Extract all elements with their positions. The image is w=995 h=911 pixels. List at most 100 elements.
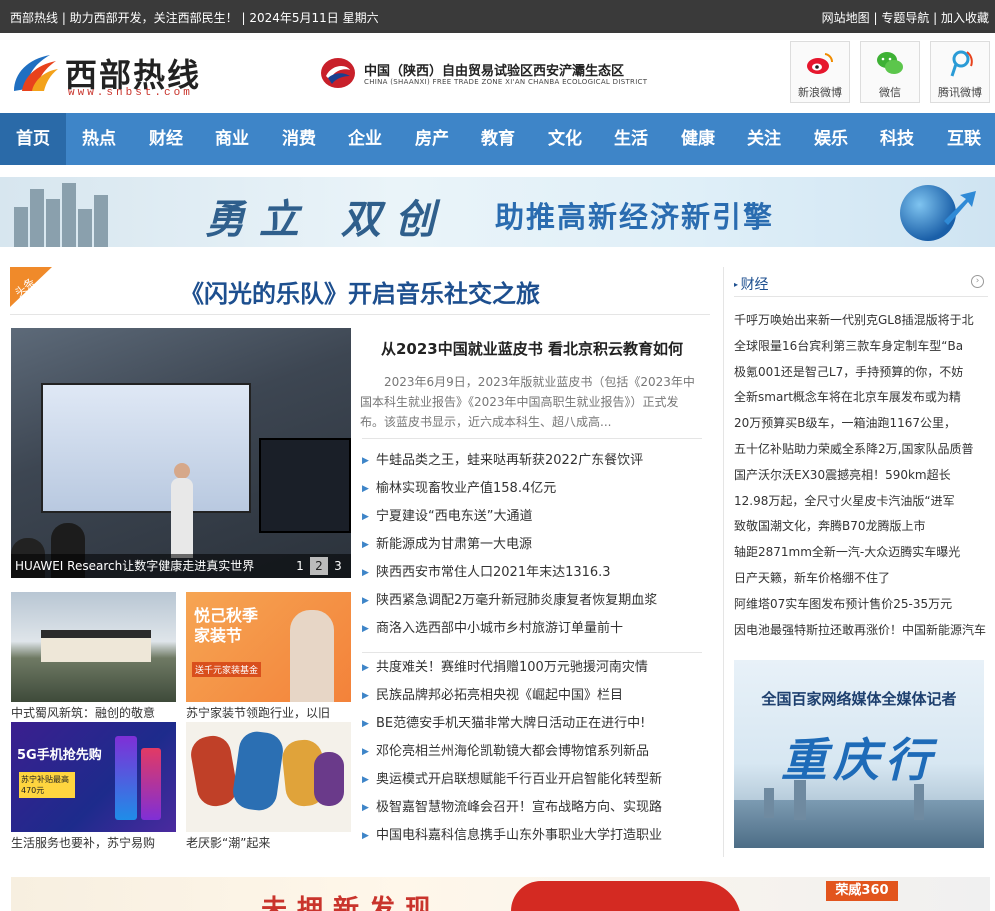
slide-page-3[interactable]: 3	[329, 557, 347, 575]
nav-item-tech[interactable]: 科技	[864, 113, 930, 165]
nav-item-business[interactable]: 商业	[199, 113, 265, 165]
ftz-logo-icon	[321, 58, 355, 88]
bottom-car-ad[interactable]: 未拥新发现 荣威360	[11, 877, 990, 911]
lead-article-summary: 2023年6月9日，2023年版就业蓝皮书（包括《2023年中国本科生就业报告》…	[360, 375, 695, 429]
news-item[interactable]: ▶ BE范德安手机天猫非常大牌日活动正在进行中!	[362, 710, 702, 738]
chongqing-ad[interactable]: 全国百家网络媒体全媒体记者 重庆行	[734, 660, 984, 848]
news-list-2: ▶ 共度难关！赛维时代捐赠100万元驰援河南灾情 ▶ 民族品牌邦必拓亮相央视《崛起中…	[362, 654, 702, 850]
site-logo[interactable]: 西部热线 www.snbst.com	[10, 47, 210, 103]
finance-news-item[interactable]: 五十亿补贴助力荣威全系降2万,国家队品质普	[734, 437, 988, 463]
headline-tag-icon: 头条	[10, 267, 52, 307]
thumb-caption[interactable]: 中式蜀风新筑：融创的敬意	[11, 704, 176, 721]
more-arrow-icon[interactable]: ›	[971, 275, 984, 288]
weibo-link[interactable]: 新浪微博	[790, 41, 850, 103]
news-item[interactable]: ▶ 中国电科嘉科信息携手山东外事职业大学打造职业	[362, 822, 702, 850]
finance-section-title[interactable]: ▸ 财经	[734, 274, 769, 294]
thumb-image-building[interactable]	[11, 592, 176, 702]
finance-news-item[interactable]: 千呼万唤始出来新一代别克GL8插混版将于北	[734, 308, 988, 334]
thumb-art-stroke	[314, 752, 344, 806]
nav-item-internet[interactable]: 互联	[931, 113, 995, 165]
news-item[interactable]: ▶ 商洛入选西部中小城市乡村旅游订单量前十	[362, 615, 702, 643]
nav-item-consumer[interactable]: 消费	[266, 113, 332, 165]
nav-item-education[interactable]: 教育	[465, 113, 531, 165]
finance-news-item[interactable]: 因电池最强特斯拉还敢再涨价！中国新能源汽车	[734, 618, 988, 644]
thumb-building	[41, 630, 151, 662]
banner-building	[30, 189, 44, 247]
nav-item-focus[interactable]: 关注	[731, 113, 797, 165]
featured-slideshow[interactable]: HUAWEI Research让数字健康走进真实世界 1 2 3	[11, 328, 351, 578]
finance-news-item[interactable]: 12.98万起，全尺寸火星皮卡汽油版“进军	[734, 489, 988, 515]
thumb-caption[interactable]: 苏宁家装节领跑行业，以旧	[186, 704, 351, 721]
column-divider	[723, 267, 724, 857]
weibo-icon	[807, 53, 834, 74]
headline-title[interactable]: 《闪光的乐队》开启音乐社交之旅	[120, 274, 600, 309]
nav-item-enterprise[interactable]: 企业	[332, 113, 398, 165]
divider	[10, 314, 710, 315]
news-item[interactable]: ▶ 牛蛙品类之王，蛙来哒再斩获2022广东餐饮评	[362, 447, 702, 475]
ftz-title-en: CHINA (SHAANXI) FREE TRADE ZONE XI'AN CH…	[364, 78, 648, 86]
finance-news-item[interactable]: 阿维塔07实车图发布预计售价25-35万元	[734, 592, 988, 618]
thumb-phone-shape	[141, 748, 161, 820]
finance-news-item[interactable]: 全球限量16台宾利第三款车身定制车型“Ba	[734, 334, 988, 360]
finance-news-list: 千呼万唤始出来新一代别克GL8插混版将于北 全球限量16台宾利第三款车身定制车型…	[734, 308, 988, 643]
nav-item-entertainment[interactable]: 娱乐	[798, 113, 864, 165]
news-item[interactable]: ▶ 奥运模式开启联想赋能千行百业开启智能化转型新	[362, 766, 702, 794]
news-item[interactable]: ▶ 陕西紧急调配2万毫升新冠肺炎康复者恢复期血浆	[362, 587, 702, 615]
chongqing-ad-line1: 全国百家网络媒体全媒体记者	[761, 690, 957, 708]
nav-item-culture[interactable]: 文化	[532, 113, 598, 165]
news-item[interactable]: ▶ 陕西西安市常住人口2021年末达1316.3	[362, 559, 702, 587]
slide-page-1[interactable]: 1	[291, 557, 309, 575]
news-list-1: ▶ 牛蛙品类之王，蛙来哒再斩获2022广东餐饮评 ▶ 榆林实现畜牧业产值158.4亿…	[362, 447, 702, 643]
bullet-icon: ▶	[362, 831, 369, 841]
news-item[interactable]: ▶ 民族品牌邦必拓亮相央视《崛起中国》栏目	[362, 682, 702, 710]
thumb-phone-title: 5G手机抢先购	[17, 748, 102, 763]
finance-news-item[interactable]: 致敬国潮文化，奔腾B70龙腾版上市	[734, 514, 988, 540]
thumb-image-art[interactable]	[186, 722, 351, 832]
news-item[interactable]: ▶ 榆林实现畜牧业产值158.4亿元	[362, 475, 702, 503]
ad-city-tower	[764, 788, 774, 818]
main-nav: 首页 热点 财经 商业 消费 企业 房产 教育 文化 生活 健康 关注 娱乐 科…	[0, 113, 995, 165]
thumb-image-suning-decor[interactable]: 悦己秋季家装节 送千元家装基金	[186, 592, 351, 702]
tencent-weibo-link[interactable]: 腾讯微博	[930, 41, 990, 103]
bullet-icon: ▶	[362, 747, 369, 757]
wechat-link[interactable]: 微信	[860, 41, 920, 103]
thumb-caption[interactable]: 生活服务也要补，苏宁易购	[11, 834, 176, 851]
nav-item-realestate[interactable]: 房产	[399, 113, 465, 165]
bullet-icon: ▶	[362, 456, 369, 466]
finance-news-item[interactable]: 极氪001还是智己L7，手持预算的你，不妨	[734, 360, 988, 386]
finance-news-item[interactable]: 轴距2871mm全新一汽-大众迈腾实车曝光	[734, 540, 988, 566]
wechat-icon	[877, 52, 903, 74]
banner-building	[62, 183, 76, 247]
finance-news-item[interactable]: 日产天籁，新车价格绷不住了	[734, 566, 988, 592]
finance-news-item[interactable]: 20万预算买B级车，一箱油跑1167公里，	[734, 411, 988, 437]
slide-screen	[41, 383, 251, 513]
nav-item-health[interactable]: 健康	[665, 113, 731, 165]
slide-page-2[interactable]: 2	[310, 557, 328, 575]
site-header: 西部热线 www.snbst.com 中国（陕西）自由贸易试验区西安浐灞生态区 …	[0, 33, 995, 113]
thumb-caption[interactable]: 老厌影“潮”起来	[186, 834, 351, 851]
news-item[interactable]: ▶ 新能源成为甘肃第一大电源	[362, 531, 702, 559]
weibo-label: 新浪微博	[798, 86, 842, 99]
news-item[interactable]: ▶ 极智嘉智慧物流峰会召开！宣布战略方向、实现路	[362, 794, 702, 822]
ftz-banner[interactable]: 中国（陕西）自由贸易试验区西安浐灞生态区 CHINA (SHAANXI) FRE…	[320, 56, 670, 96]
banner-building	[14, 207, 28, 247]
nav-item-hot[interactable]: 热点	[66, 113, 132, 165]
nav-item-finance[interactable]: 财经	[133, 113, 199, 165]
news-item[interactable]: ▶ 宁夏建设“西电东送”大通道	[362, 503, 702, 531]
banner-slogan: 助推高新经济新引擎	[495, 200, 775, 234]
nav-item-home[interactable]: 首页	[0, 113, 66, 165]
divider	[362, 652, 702, 653]
finance-news-item[interactable]: 全新smart概念车将在北京车展发布或为精	[734, 385, 988, 411]
news-item[interactable]: ▶ 共度难关！赛维时代捐赠100万元驰援河南灾情	[362, 654, 702, 682]
promo-banner[interactable]: 勇立 双创 助推高新经济新引擎	[0, 177, 995, 247]
lead-article-title[interactable]: 从2023中国就业蓝皮书 看北京积云教育如何	[362, 338, 702, 359]
nav-item-life[interactable]: 生活	[598, 113, 664, 165]
news-item[interactable]: ▶ 邓伦亮相兰州海伦凯勒镜大都会博物馆系列新品	[362, 738, 702, 766]
top-bar-links[interactable]: 网站地图 | 专题导航 | 加入收藏	[822, 9, 989, 26]
ad-city-tower	[794, 780, 806, 820]
bullet-icon: ▶	[362, 663, 369, 673]
thumb-image-phone[interactable]: 5G手机抢先购 苏宁补贴最高470元	[11, 722, 176, 832]
thumb-promo-sub: 送千元家装基金	[192, 662, 262, 677]
bullet-icon: ▶	[362, 540, 369, 550]
finance-news-item[interactable]: 国产沃尔沃EX30震撼亮相！590km超长	[734, 463, 988, 489]
